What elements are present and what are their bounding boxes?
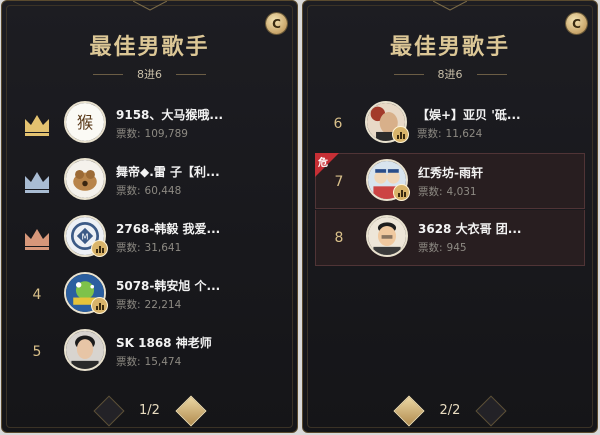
subtitle-row: 8进6	[303, 67, 597, 81]
rank-number: 8	[334, 230, 344, 246]
pager: 1/2	[2, 392, 297, 432]
vote-value: 15,474	[144, 356, 182, 368]
singer-name[interactable]: 9158、大马猴哦...	[116, 106, 281, 123]
singer-name[interactable]: 5078-韩安旭 个...	[116, 277, 281, 294]
pager-controls: 2/2	[390, 395, 510, 427]
vote-label: 票数:	[116, 299, 141, 311]
divider-left	[93, 73, 123, 75]
vote-label: 票数:	[418, 186, 443, 198]
panel-title: 最佳男歌手	[89, 35, 210, 60]
rank-number: 5	[32, 344, 42, 360]
leaderboard-row-danger[interactable]: 8 3628 大衣哥 团... 票数: 945	[315, 210, 585, 266]
vote-count: 票数: 4,031	[418, 184, 477, 199]
vote-count: 票数: 60,448	[116, 183, 181, 198]
vote-count: 票数: 15,474	[116, 354, 181, 369]
vote-value: 4,031	[446, 186, 477, 198]
vote-value: 945	[446, 242, 467, 254]
vote-label: 票数:	[116, 185, 141, 197]
leaderboard-row[interactable]: M 2768-韩毅 我爱... 票数: 31,641	[14, 210, 285, 266]
rank-number: 6	[333, 116, 343, 132]
avatar[interactable]: 猴	[64, 101, 106, 143]
vote-label: 票数:	[418, 242, 443, 254]
silver-crown-icon	[25, 172, 49, 193]
subtitle-row: 8进6	[2, 67, 297, 81]
leaderboard-row-danger[interactable]: 危 7 红秀坊-雨轩 票数: 4,031	[315, 153, 585, 209]
rank-number: 7	[334, 174, 344, 190]
svg-text:猴: 猴	[77, 113, 93, 132]
avatar[interactable]	[64, 158, 106, 200]
leaderboard-row[interactable]: 6 【娱+】亚贝 '砥... 票数: 11,624	[315, 96, 585, 152]
singer-name[interactable]: 【娱+】亚贝 '砥...	[417, 106, 581, 123]
pager: 2/2	[303, 392, 597, 432]
bar-chart-icon	[392, 126, 409, 143]
chevron-right-icon[interactable]	[174, 395, 207, 427]
vote-label: 票数:	[116, 128, 141, 140]
vote-value: 11,624	[445, 128, 483, 140]
round-subtitle: 8进6	[137, 68, 162, 81]
singer-name[interactable]: 红秀坊-雨轩	[418, 164, 580, 181]
vote-label: 票数:	[417, 128, 442, 140]
divider-left	[393, 73, 424, 75]
avatar[interactable]	[366, 215, 408, 257]
singer-name[interactable]: 3628 大衣哥 团...	[418, 220, 580, 237]
chevron-right-icon[interactable]	[475, 395, 507, 427]
top-notch-ornament	[132, 1, 167, 11]
vote-count: 票数: 22,214	[116, 297, 181, 312]
bar-chart-icon	[91, 297, 108, 314]
bar-chart-icon	[393, 184, 410, 201]
singer-name[interactable]: 2768-韩毅 我爱...	[116, 220, 281, 237]
singer-name[interactable]: SK 1868 神老师	[116, 334, 281, 351]
leaderboard-panel-page-1: C 最佳男歌手 8进6 猴 9158、大马猴哦... 票数: 109,789 舞帝…	[1, 0, 298, 433]
vote-count: 票数: 31,641	[116, 240, 181, 255]
vote-count: 票数: 11,624	[417, 126, 482, 141]
vote-label: 票数:	[116, 242, 141, 254]
leaderboard-row[interactable]: 舞帝◆.雷 子【利... 票数: 60,448	[14, 153, 285, 209]
bronze-crown-icon	[25, 229, 49, 250]
divider-right	[476, 73, 507, 75]
divider-right	[176, 73, 206, 75]
vote-value: 109,789	[144, 128, 188, 140]
vote-value: 22,214	[144, 299, 182, 311]
vote-count: 票数: 945	[418, 240, 467, 255]
leaderboard-panel-page-2: C 最佳男歌手 8进6 6 【娱+】亚贝 '砥... 票数: 11,624 危 7…	[302, 0, 598, 433]
vote-value: 60,448	[144, 185, 182, 197]
rank-number: 4	[32, 287, 42, 303]
bar-chart-icon	[91, 240, 108, 257]
vote-value: 31,641	[144, 242, 182, 254]
svg-text:M: M	[81, 232, 88, 242]
gold-crown-icon	[25, 115, 49, 136]
panel-title: 最佳男歌手	[389, 35, 510, 60]
leaderboard-row[interactable]: 4 5078-韩安旭 个... 票数: 22,214	[14, 267, 285, 323]
round-subtitle: 8进6	[437, 68, 463, 81]
top-notch-ornament	[433, 1, 467, 11]
vote-count: 票数: 109,789	[116, 126, 188, 141]
singer-name[interactable]: 舞帝◆.雷 子【利...	[116, 163, 281, 180]
vote-label: 票数:	[116, 356, 141, 368]
leaderboard-row[interactable]: 猴 9158、大马猴哦... 票数: 109,789	[14, 96, 285, 152]
pager-controls: 1/2	[90, 395, 210, 427]
leaderboard-row[interactable]: 5 SK 1868 神老师 票数: 15,474	[14, 324, 285, 380]
avatar[interactable]	[64, 329, 106, 371]
